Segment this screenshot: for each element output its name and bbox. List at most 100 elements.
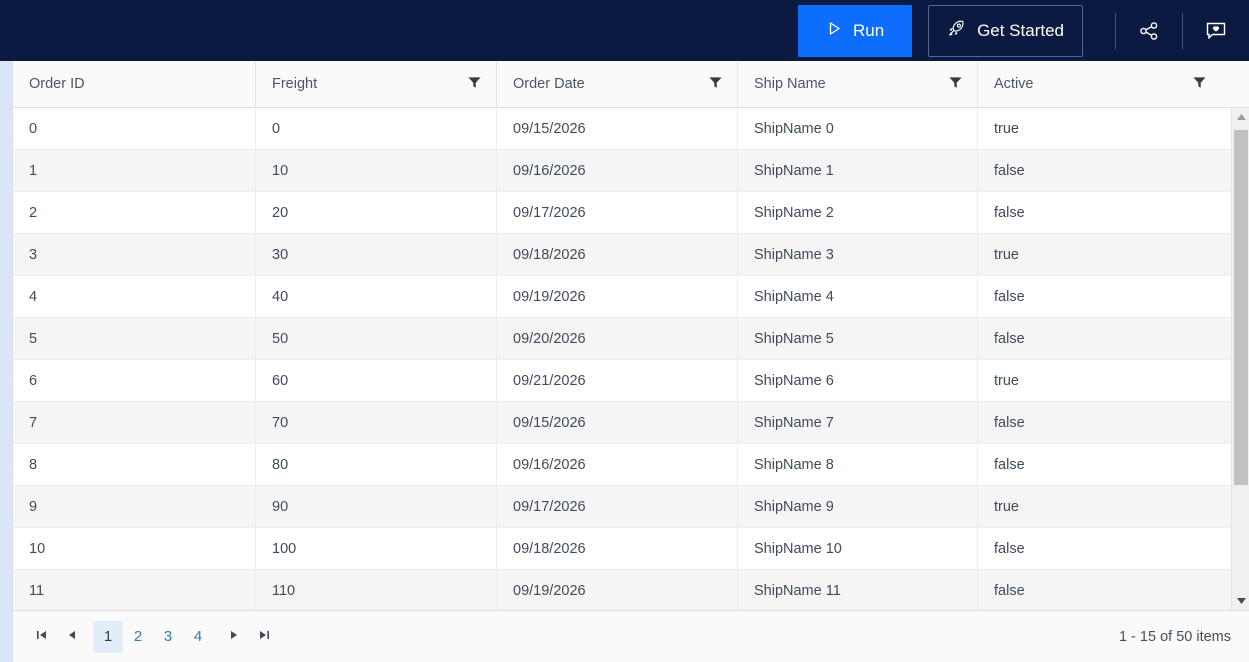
cell-order-date: 09/21/2026 (497, 360, 738, 401)
cell-order-id: 6 (13, 360, 256, 401)
go-to-last-page-icon (257, 628, 271, 645)
cell-freight: 60 (256, 360, 497, 401)
grid-pager: 1 2 3 4 1 - 15 of 50 items (13, 610, 1249, 662)
cell-freight: 70 (256, 402, 497, 443)
filter-icon[interactable] (467, 75, 482, 94)
cell-active: true (994, 372, 1019, 389)
speech-bubble-heart-icon (1204, 19, 1228, 43)
cell-ship-name: ShipName 10 (738, 528, 978, 569)
scroll-up-button[interactable] (1232, 108, 1249, 126)
grid-vertical-scrollbar[interactable] (1231, 108, 1249, 610)
cell-order-date: 09/19/2026 (497, 570, 738, 610)
cell-active: false (994, 288, 1025, 305)
cell-order-id: 1 (13, 150, 256, 191)
table-row[interactable]: 0 0 09/15/2026 ShipName 0 true (13, 108, 1231, 150)
cell-active: false (994, 330, 1025, 347)
cell-active: false (994, 540, 1025, 557)
cell-order-date: 09/17/2026 (497, 486, 738, 527)
cell-freight: 50 (256, 318, 497, 359)
table-row[interactable]: 10 100 09/18/2026 ShipName 10 false (13, 528, 1231, 570)
grid-header-row: Order ID Freight Order Date Ship Name Ac… (13, 61, 1249, 108)
first-page-button[interactable] (27, 622, 57, 652)
table-row[interactable]: 11 110 09/19/2026 ShipName 11 false (13, 570, 1231, 610)
next-page-button[interactable] (219, 622, 249, 652)
cell-active: false (994, 456, 1025, 473)
page-button-4[interactable]: 4 (183, 621, 213, 653)
table-row[interactable]: 9 90 09/17/2026 ShipName 9 true (13, 486, 1231, 528)
last-page-button[interactable] (249, 622, 279, 652)
table-row[interactable]: 4 40 09/19/2026 ShipName 4 false (13, 276, 1231, 318)
cell-active: true (994, 246, 1019, 263)
table-row[interactable]: 8 80 09/16/2026 ShipName 8 false (13, 444, 1231, 486)
cell-order-date: 09/15/2026 (497, 108, 738, 149)
page-button-2[interactable]: 2 (123, 621, 153, 653)
table-row[interactable]: 3 30 09/18/2026 ShipName 3 true (13, 234, 1231, 276)
table-row[interactable]: 2 20 09/17/2026 ShipName 2 false (13, 192, 1231, 234)
column-header-order-date[interactable]: Order Date (497, 61, 738, 107)
grid-body: 0 0 09/15/2026 ShipName 0 true 1 10 09/16/2026 S… (13, 108, 1231, 610)
cell-order-date: 09/15/2026 (497, 402, 738, 443)
cell-order-date: 09/19/2026 (497, 276, 738, 317)
cell-freight: 90 (256, 486, 497, 527)
cell-freight: 80 (256, 444, 497, 485)
cell-order-id: 4 (13, 276, 256, 317)
filter-icon[interactable] (948, 75, 963, 94)
cell-freight: 100 (256, 528, 497, 569)
rocket-icon (947, 19, 966, 43)
cell-order-id: 5 (13, 318, 256, 359)
scroll-down-button[interactable] (1232, 592, 1249, 610)
share-nodes-icon (1137, 19, 1161, 43)
previous-page-button[interactable] (57, 622, 87, 652)
cell-ship-name: ShipName 5 (738, 318, 978, 359)
cell-order-id: 3 (13, 234, 256, 275)
caret-up-icon (1236, 108, 1247, 126)
column-header-label: Freight (272, 76, 318, 92)
cell-ship-name: ShipName 1 (738, 150, 978, 191)
run-button[interactable]: Run (798, 4, 913, 57)
cell-order-date: 09/18/2026 (497, 234, 738, 275)
get-started-button[interactable]: Get Started (928, 4, 1083, 57)
toolbar-actions: Run Get Started (798, 0, 1249, 61)
pager-controls: 1 2 3 4 (27, 620, 279, 653)
column-header-label: Order ID (29, 76, 85, 92)
pager-item-count: 1 - 15 of 50 items (1118, 628, 1231, 645)
table-row[interactable]: 5 50 09/20/2026 ShipName 5 false (13, 318, 1231, 360)
table-row[interactable]: 1 10 09/16/2026 ShipName 1 false (13, 150, 1231, 192)
cell-freight: 10 (256, 150, 497, 191)
cell-ship-name: ShipName 7 (738, 402, 978, 443)
column-header-label: Order Date (513, 76, 585, 92)
scrollbar-thumb[interactable] (1234, 130, 1248, 485)
column-header-order-id[interactable]: Order ID (13, 61, 256, 107)
run-button-label: Run (852, 21, 885, 40)
cell-ship-name: ShipName 4 (738, 276, 978, 317)
feedback-button[interactable] (1183, 0, 1249, 61)
table-row[interactable]: 6 60 09/21/2026 ShipName 6 true (13, 360, 1231, 402)
cell-order-date: 09/16/2026 (497, 150, 738, 191)
cell-active: true (994, 120, 1019, 137)
share-button[interactable] (1116, 0, 1182, 61)
filter-icon[interactable] (1192, 75, 1207, 94)
cell-ship-name: ShipName 2 (738, 192, 978, 233)
column-header-ship-name[interactable]: Ship Name (738, 61, 978, 107)
column-header-freight[interactable]: Freight (256, 61, 497, 107)
page-button-1[interactable]: 1 (93, 620, 123, 653)
play-triangle-icon (826, 20, 843, 42)
cell-order-date: 09/18/2026 (497, 528, 738, 569)
cell-active: false (994, 414, 1025, 431)
column-header-active[interactable]: Active (978, 61, 1221, 107)
cell-ship-name: ShipName 8 (738, 444, 978, 485)
cell-active: false (994, 582, 1025, 599)
cell-order-id: 0 (13, 108, 256, 149)
previous-page-icon (65, 628, 79, 645)
table-row[interactable]: 7 70 09/15/2026 ShipName 7 false (13, 402, 1231, 444)
cell-ship-name: ShipName 9 (738, 486, 978, 527)
top-toolbar: Run Get Started (0, 0, 1249, 61)
next-page-icon (227, 628, 241, 645)
filter-icon[interactable] (708, 75, 723, 94)
page-button-3[interactable]: 3 (153, 621, 183, 653)
caret-down-icon (1236, 592, 1247, 610)
cell-ship-name: ShipName 6 (738, 360, 978, 401)
cell-order-id: 7 (13, 402, 256, 443)
cell-order-id: 11 (13, 570, 256, 610)
cell-order-date: 09/20/2026 (497, 318, 738, 359)
